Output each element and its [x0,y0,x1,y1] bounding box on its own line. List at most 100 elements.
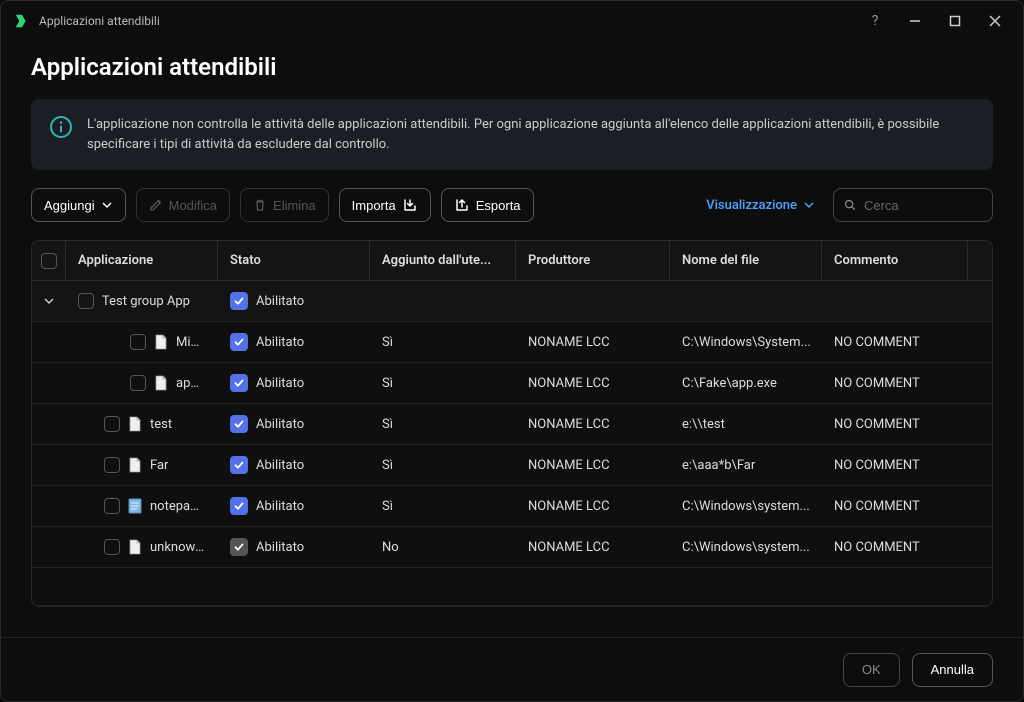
table-row[interactable]: unknown.... Abilitato NoNONAME LCCC:\Windo… [32,527,992,568]
minimize-button[interactable] [899,5,931,37]
search-box[interactable] [833,188,993,222]
group-name: Test group App [102,294,190,309]
export-label: Esporta [476,198,521,213]
titlebar: Applicazioni attendibili ? [1,1,1023,41]
info-text: L'applicazione non controlla le attività… [87,115,975,154]
header-added[interactable]: Aggiunto dall'ute... [370,241,516,280]
view-link[interactable]: Visualizzazione [706,198,815,213]
producer: NONAME LCC [516,335,670,350]
state-badge [230,415,248,433]
filename: e:\aaa*b\Far [670,458,822,473]
added-by-user: Sì [370,376,516,391]
state-badge [230,497,248,515]
app-name: Micros... [176,335,206,350]
file-icon [128,498,142,514]
added-by-user: Sì [370,458,516,473]
row-checkbox[interactable] [104,416,120,432]
state-badge [230,374,248,392]
edit-button[interactable]: Modifica [136,188,230,222]
maximize-button[interactable] [939,5,971,37]
row-checkbox[interactable] [130,334,146,350]
empty-row [32,568,992,606]
table-body: Test group AppAbilitatoMicros...Abilitat… [32,281,992,606]
row-checkbox[interactable] [104,539,120,555]
export-button[interactable]: Esporta [441,188,534,222]
pencil-icon [149,198,163,212]
producer: NONAME LCC [516,376,670,391]
app-name: notepad.e... [150,499,206,514]
select-all-checkbox[interactable] [41,253,57,269]
state-text: Abilitato [256,540,304,555]
file-icon [128,539,142,555]
chevron-down-icon [803,199,815,211]
cancel-button[interactable]: Annulla [912,653,993,687]
table-row[interactable]: FarAbilitatoSìNONAME LCCe:\aaa*b\FarNO C… [32,445,992,486]
header-checkbox-col [32,241,66,280]
app-window: Applicazioni attendibili ? Applicazioni … [0,0,1024,702]
comment: NO COMMENT [822,417,968,432]
app-name: unknown.... [150,540,206,555]
comment: NO COMMENT [822,376,968,391]
ok-button[interactable]: OK [843,653,900,687]
comment: NO COMMENT [822,335,968,350]
close-button[interactable] [979,5,1011,37]
state-badge [230,333,248,351]
file-icon [128,416,142,432]
file-icon [128,457,142,473]
applications-table: Applicazione Stato Aggiunto dall'ute... … [31,240,993,607]
import-label: Importa [352,198,396,213]
row-checkbox[interactable] [78,293,94,309]
comment: NO COMMENT [822,540,968,555]
content: Applicazioni attendibili L'applicazione … [1,41,1023,637]
table-row[interactable]: testAbilitatoSìNONAME LCCe:\\testNO COMM… [32,404,992,445]
help-button[interactable]: ? [859,5,891,37]
import-icon [402,197,418,213]
trash-icon [253,198,267,212]
header-app[interactable]: Applicazione [66,241,218,280]
toolbar: Aggiungi Modifica Elimina Importa Esport… [31,188,993,222]
header-state[interactable]: Stato [218,241,370,280]
file-icon [154,375,168,391]
table-header: Applicazione Stato Aggiunto dall'ute... … [32,241,992,281]
added-by-user: No [370,540,516,555]
header-producer[interactable]: Produttore [516,241,670,280]
comment: NO COMMENT [822,458,968,473]
table-row[interactable]: app.exe Abilitato SìNONAME LCCC:\Fake\app.… [32,363,992,404]
state-text: Abilitato [256,335,304,350]
state-text: Abilitato [256,376,304,391]
producer: NONAME LCC [516,540,670,555]
import-button[interactable]: Importa [339,188,431,222]
info-icon [49,115,73,139]
filename: C:\Windows\system... [670,499,822,514]
row-checkbox[interactable] [104,498,120,514]
header-comment[interactable]: Commento [822,241,968,280]
edit-label: Modifica [169,198,217,213]
producer: NONAME LCC [516,417,670,432]
table-group-row[interactable]: Test group AppAbilitato [32,281,992,322]
added-by-user: Sì [370,499,516,514]
search-icon [844,198,856,212]
table-row[interactable]: notepad.e...AbilitatoSìNONAME LCCC:\Wind… [32,486,992,527]
search-input[interactable] [864,198,982,213]
state-badge [230,538,248,556]
chevron-down-icon [101,199,113,211]
table-row[interactable]: Micros...AbilitatoSìNONAME LCCC:\Windows… [32,322,992,363]
file-icon [154,334,168,350]
add-button[interactable]: Aggiungi [31,188,126,222]
added-by-user: Sì [370,335,516,350]
header-scroll-gutter [968,241,992,280]
expand-icon[interactable] [40,295,58,307]
row-checkbox[interactable] [104,457,120,473]
state-text: Abilitato [256,417,304,432]
producer: NONAME LCC [516,458,670,473]
filename: e:\\test [670,417,822,432]
row-checkbox[interactable] [130,375,146,391]
add-label: Aggiungi [44,198,95,213]
delete-button[interactable]: Elimina [240,188,329,222]
header-filename[interactable]: Nome del file [670,241,822,280]
app-name: app.exe [176,376,206,391]
info-panel: L'applicazione non controlla le attività… [31,99,993,170]
filename: C:\Fake\app.exe [670,376,822,391]
filename: C:\Windows\system... [670,540,822,555]
app-logo-icon [13,12,31,30]
